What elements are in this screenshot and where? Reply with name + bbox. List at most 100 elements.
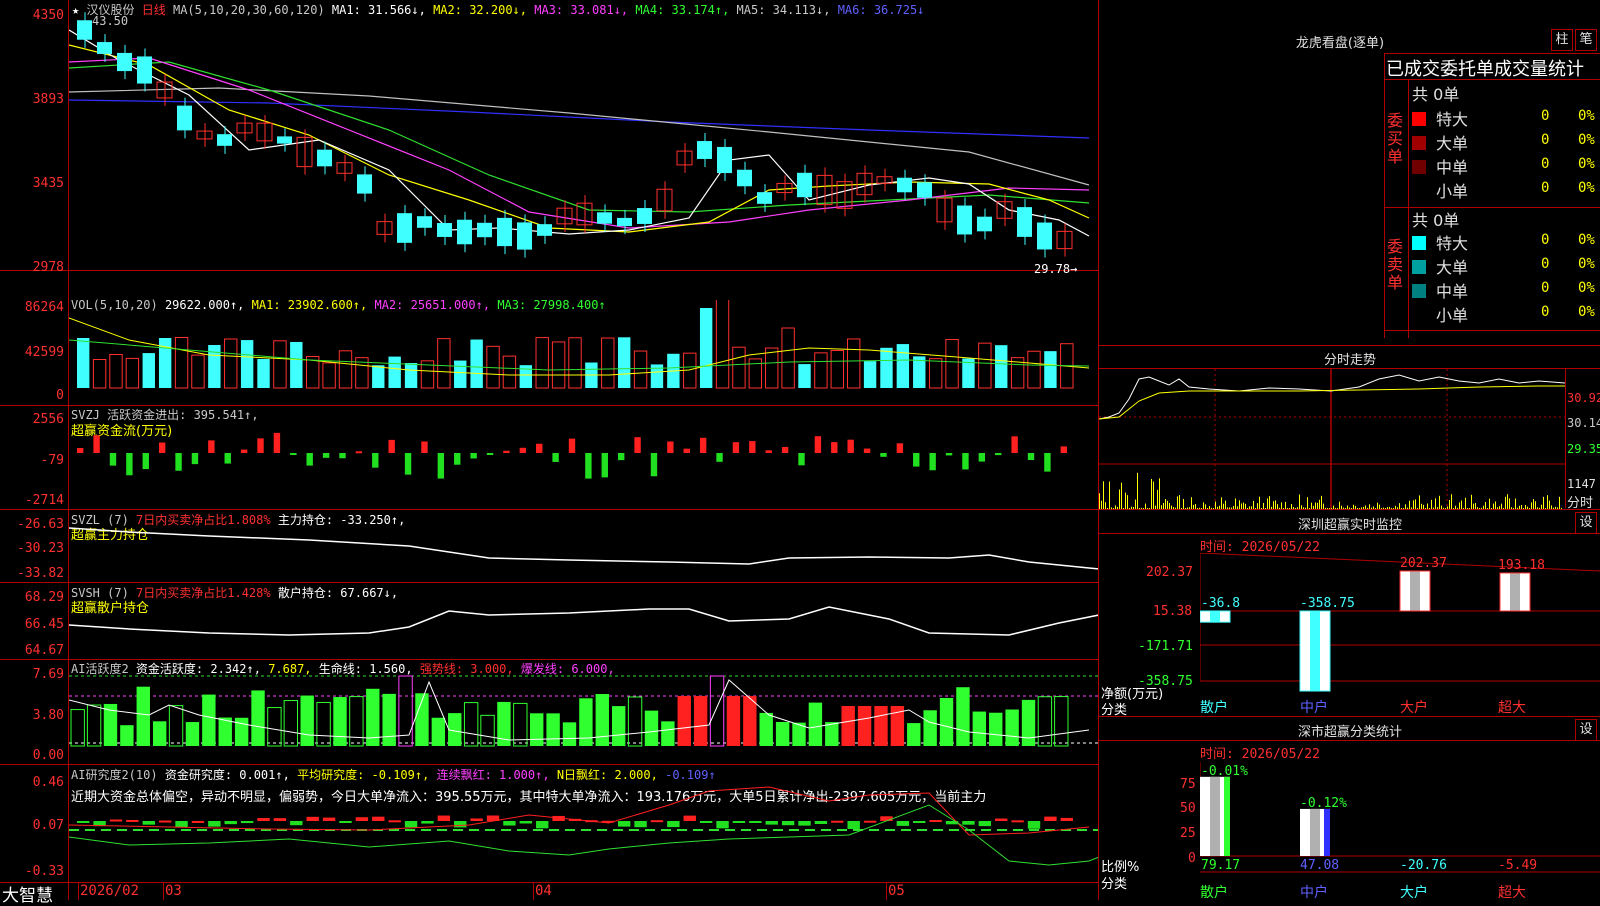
fund-flow-bar <box>158 442 166 453</box>
volume-bar <box>109 353 123 389</box>
research-bar <box>831 820 844 823</box>
intraday-vol-bar <box>1509 498 1510 509</box>
fund-flow-bar <box>667 441 674 453</box>
research-bar <box>404 821 418 828</box>
shenzhen-title: 深圳超赢实时监控 <box>1297 518 1402 533</box>
candle <box>897 177 912 193</box>
fund-flow-bar <box>470 453 477 459</box>
intraday-vol-bar <box>1471 494 1472 509</box>
kline-y-label: 2978 <box>32 260 64 275</box>
intraday-vol-bar <box>1269 496 1270 509</box>
activity-bar <box>463 702 479 747</box>
divider <box>1384 330 1600 331</box>
fund-flow-bar <box>1027 453 1035 460</box>
research-bar <box>699 821 713 823</box>
activity-bar <box>251 690 265 746</box>
fund-flow-bar <box>93 435 100 453</box>
fund-flow-bar <box>896 443 904 453</box>
intraday-vol-bar <box>1153 481 1154 509</box>
fund-flow-bar <box>1011 436 1018 453</box>
shenzhen-net-chart[interactable] <box>1200 553 1600 713</box>
shenzhen-y-label: 202.37 <box>1146 565 1193 580</box>
intraday-vol-bar <box>1221 497 1222 509</box>
research-bar <box>765 821 778 825</box>
intraday-avg-line <box>1099 385 1565 420</box>
intraday-price-line <box>1099 374 1565 420</box>
intraday-vol-bar <box>1431 499 1432 509</box>
fund-flow-bar <box>142 453 149 470</box>
svzj-y-label: -2714 <box>24 493 64 508</box>
intraday-chart[interactable] <box>1099 369 1565 509</box>
intraday-vol-bar <box>1183 498 1184 509</box>
candle <box>737 169 752 187</box>
candle <box>217 134 232 146</box>
sell-row-name: 中单 <box>1436 282 1469 301</box>
fund-flow-bar <box>716 453 723 462</box>
candle <box>477 222 492 238</box>
net-amount-bar-stripe <box>1410 571 1420 611</box>
fund-flow-bar <box>929 453 936 471</box>
candlestick-chart[interactable] <box>69 0 1098 270</box>
fund-flow-bar <box>568 438 576 453</box>
activity-bar <box>775 721 790 746</box>
ai1-chart[interactable] <box>69 660 1098 764</box>
intraday-vol-bar <box>1137 472 1138 509</box>
large-color-icon <box>1412 260 1426 274</box>
intraday-vol-bar <box>1281 502 1282 509</box>
volume-bar <box>896 344 910 388</box>
research-bar <box>617 821 631 827</box>
activity-bar <box>595 694 609 746</box>
intraday-vol-bar <box>1135 499 1136 509</box>
research-bar <box>158 820 172 823</box>
candle <box>177 105 192 131</box>
svzj-chart[interactable] <box>69 406 1098 508</box>
activity-bar <box>1054 696 1069 747</box>
longhu-title: 龙虎看盘(逐单) <box>1295 36 1385 51</box>
divider <box>1098 740 1600 741</box>
ai2-chart[interactable] <box>69 765 1098 882</box>
classify-settings-button[interactable]: 设 <box>1575 719 1597 741</box>
ai1-y-label: 0.00 <box>32 748 64 763</box>
activity-bar <box>120 725 134 746</box>
shenzhen-settings-button[interactable]: 设 <box>1575 512 1597 534</box>
tick-mode-button[interactable]: 笔 <box>1575 29 1597 51</box>
volume-bar <box>846 338 861 389</box>
fund-flow-bar <box>208 440 215 453</box>
buy-row-name: 中单 <box>1436 158 1469 177</box>
svzj-y-label: -79 <box>40 453 64 468</box>
intraday-vol-bar <box>1105 502 1106 509</box>
longhu-tab[interactable]: 已成交委托单成交量统计 <box>1386 55 1584 81</box>
activity-bar <box>136 686 150 746</box>
sell-row-name: 大单 <box>1436 258 1469 277</box>
fund-flow-bar <box>191 453 199 465</box>
fund-flow-bar <box>617 453 625 461</box>
svsh-chart[interactable] <box>69 583 1098 659</box>
fund-flow-bar <box>995 453 1002 456</box>
intraday-vol-bar <box>1307 497 1308 509</box>
medium-color-icon <box>1412 284 1426 298</box>
bar-mode-button[interactable]: 柱 <box>1551 29 1573 51</box>
fund-flow-bar <box>224 453 231 464</box>
volume-bar <box>551 341 566 389</box>
svzl-y-label: -30.23 <box>17 541 64 556</box>
svzl-chart[interactable] <box>69 510 1098 582</box>
intraday-vol-bar <box>1299 494 1300 509</box>
intraday-vol-bar <box>1179 495 1180 509</box>
medium-color-icon <box>1412 160 1426 174</box>
intraday-vol-bar <box>1235 498 1236 509</box>
buy-row-name: 特大 <box>1436 110 1469 129</box>
candle <box>1017 207 1032 237</box>
activity-bar <box>530 713 544 746</box>
intraday-vol-bar <box>1109 481 1110 509</box>
volume-chart[interactable] <box>69 300 1098 404</box>
volume-bar <box>715 300 730 389</box>
fund-flow-bar <box>109 453 117 466</box>
research-bar <box>650 820 664 823</box>
shenzhen-cat: 散户 <box>1200 700 1228 716</box>
candle <box>317 149 332 167</box>
intraday-vol-bar <box>1419 495 1420 509</box>
net-amount-bar-stripe <box>1510 572 1520 611</box>
sell-row-pct: 0% <box>1578 232 1595 248</box>
x-date: 04 <box>535 883 552 899</box>
fund-flow-bar <box>519 447 527 453</box>
